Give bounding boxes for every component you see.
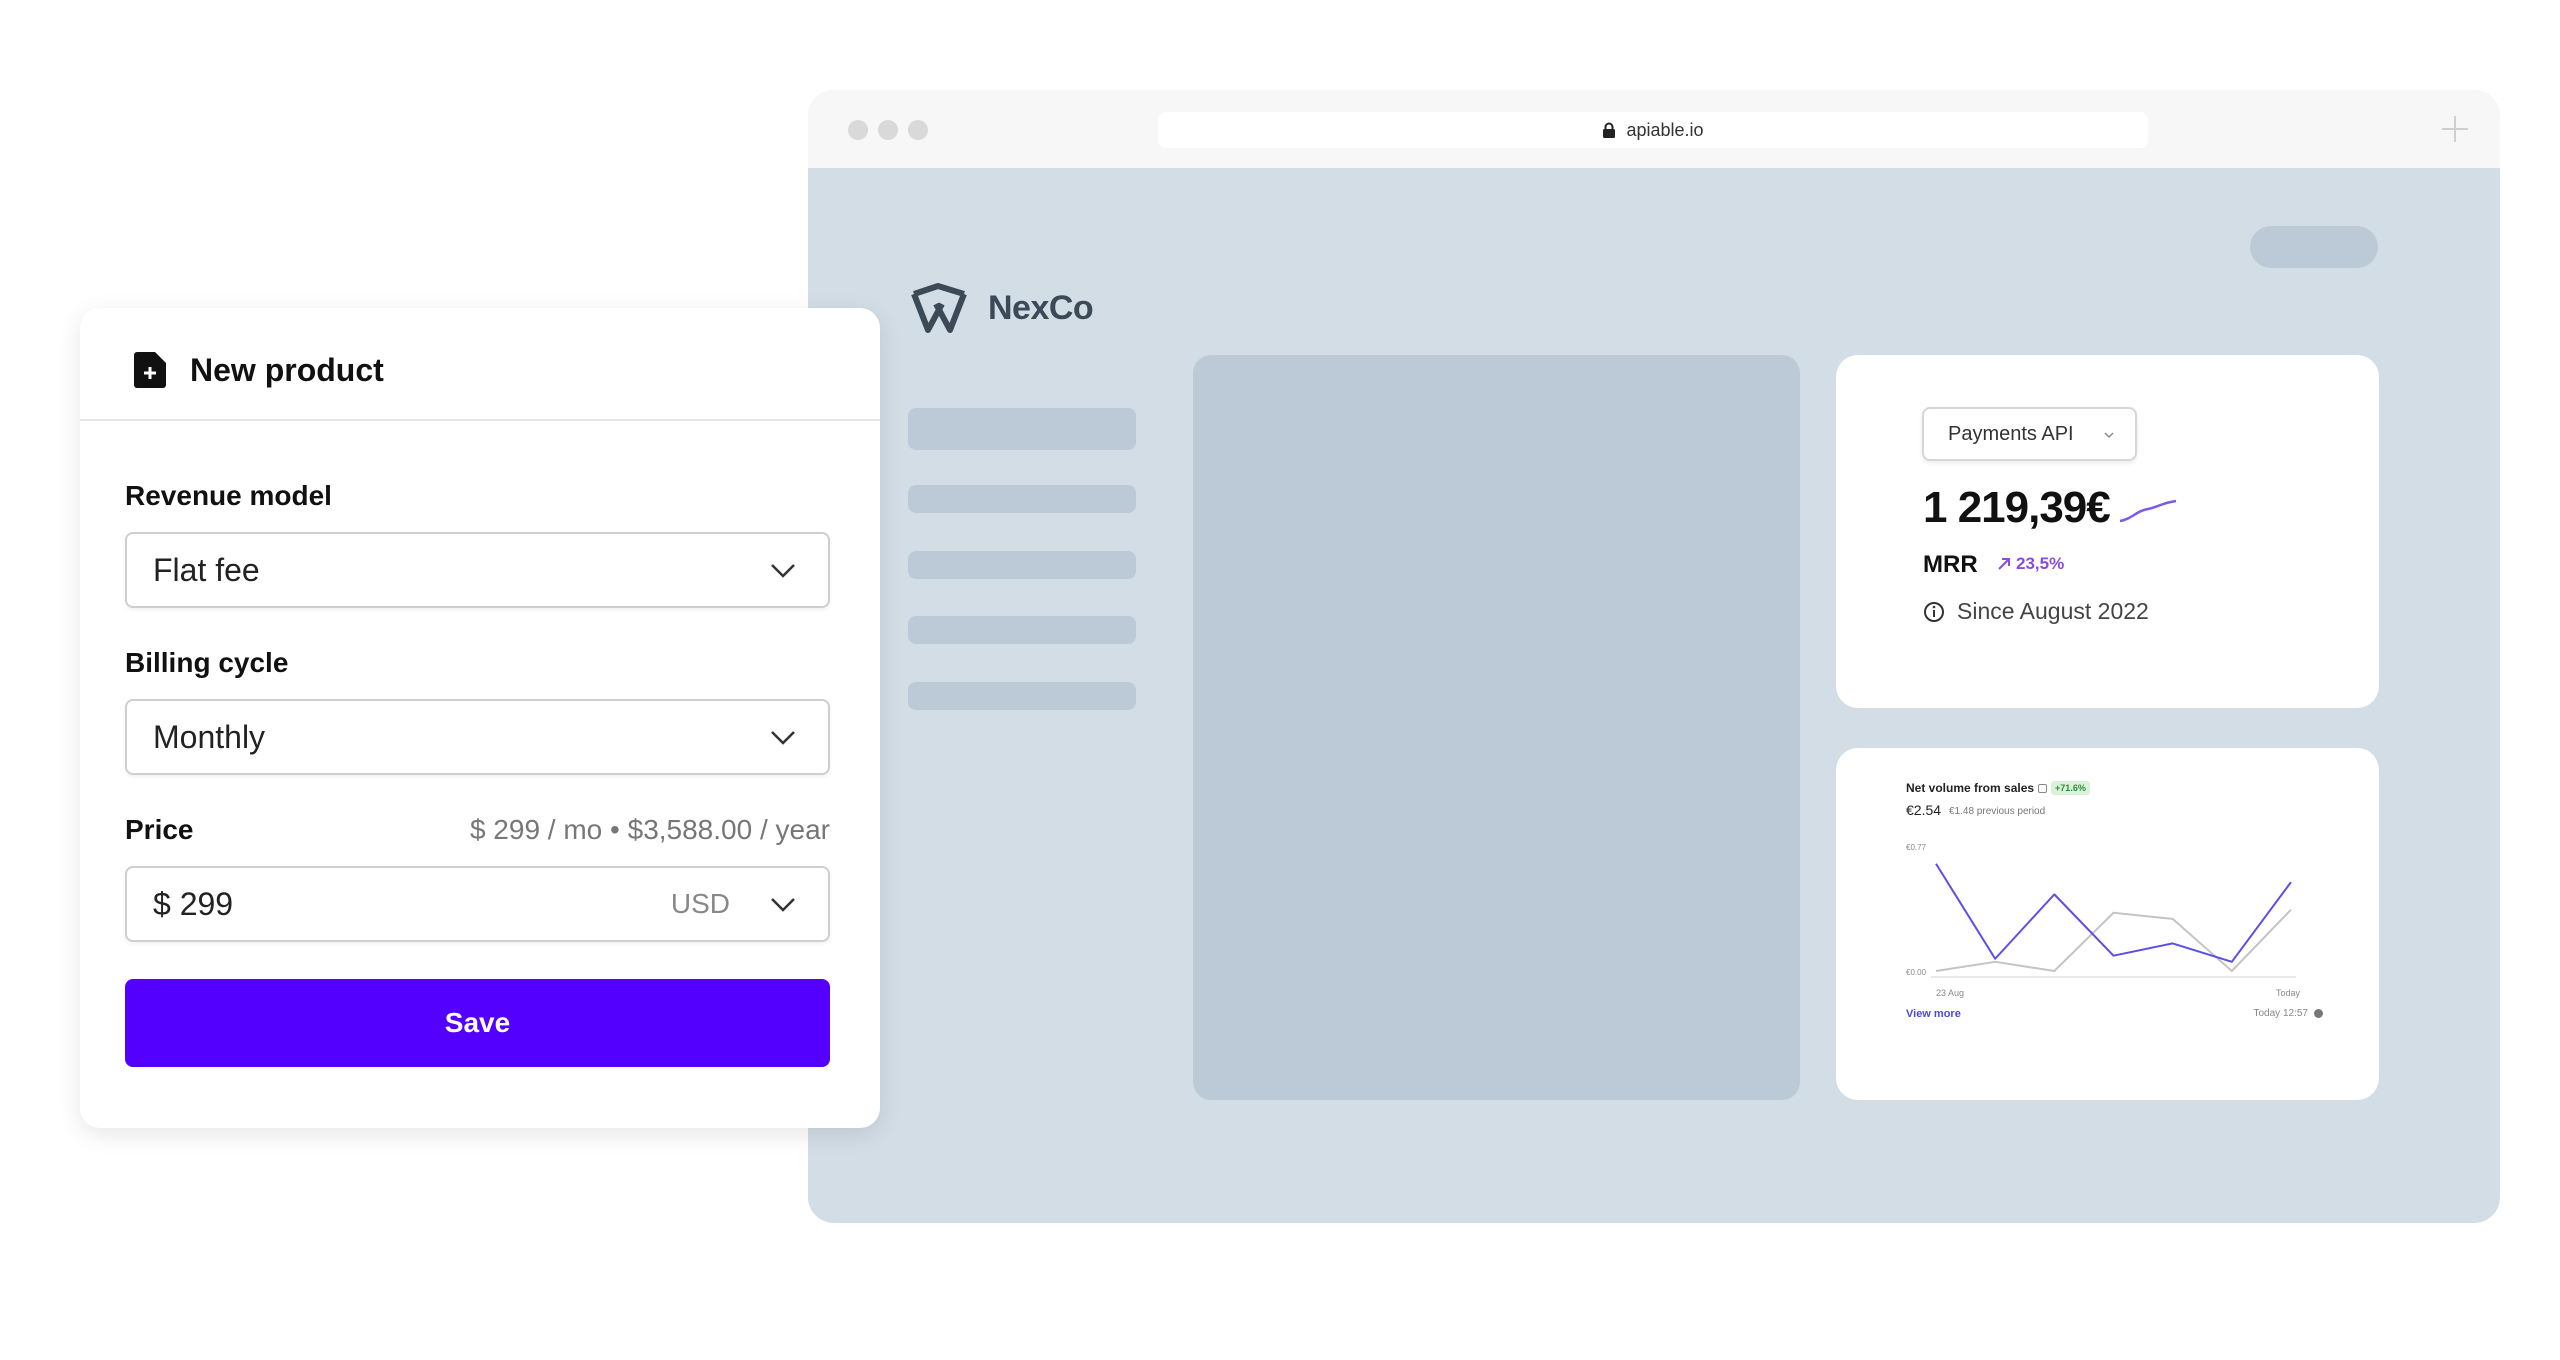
since-text: Since August 2022 [1957,598,2149,624]
x-tick-label: Today [2276,988,2301,998]
net-volume-chart [1931,863,2296,978]
new-tab-plus-icon[interactable] [2438,112,2472,146]
revenue-model-select[interactable]: Flat fee [125,532,830,608]
save-button[interactable]: Save [125,979,830,1067]
address-bar[interactable]: apiable.io [1158,112,2148,148]
price-input[interactable]: $ 299 USD [125,866,830,942]
browser-toolbar: apiable.io [808,90,2500,168]
revenue-model-label: Revenue model [125,480,332,511]
window-maximize-dot[interactable] [908,120,928,140]
billing-cycle-select[interactable]: Monthly [125,699,830,775]
mrr-value: 1 219,39€ [1923,483,2111,532]
url-text: apiable.io [1626,119,1704,140]
panel-title: New product [190,352,384,388]
billing-cycle-value: Monthly [153,718,266,755]
chart-title-text: Net volume from sales [1906,781,2035,795]
brand: NexCo [908,280,1094,336]
api-select[interactable]: Payments API [1922,407,2137,461]
new-product-panel: New product Revenue model Flat fee Billi… [80,308,880,1128]
net-volume-card: Net volume from sales +71.6% €2.54 €1.48… [1836,748,2379,1100]
chart-growth-badge: +71.6% [2051,781,2090,795]
arrow-up-right-icon [1998,558,2010,570]
panel-header: New product [80,308,880,421]
chart-previous-value: €1.48 previous period [1949,806,2046,817]
lock-icon [1603,122,1616,138]
mrr-label: MRR [1923,551,1978,578]
y-tick-label: €0.77 [1906,843,1927,852]
chart-main-value: €2.54 [1906,802,1942,818]
clock-icon [2314,1009,2323,1018]
sidebar-placeholder-item [908,616,1136,644]
updated-time-text: Today 12:57 [2253,1008,2309,1019]
currency-select[interactable]: USD [671,888,730,920]
brand-name: NexCo [988,288,1094,327]
header-placeholder-pill [2250,226,2378,268]
sidebar-placeholder-item [908,408,1136,450]
info-icon [1924,601,1944,622]
sidebar-placeholder-item [908,551,1136,579]
billing-cycle-label: Billing cycle [125,647,289,678]
chart-title: Net volume from sales +71.6% [1906,781,2090,795]
price-summary: $ 299 / mo • $3,588.00 / year [469,814,830,845]
sidebar-placeholder-item [908,485,1136,513]
chevron-down-icon [771,564,795,578]
browser-window: apiable.io NexCo Payments API 1 219,39€ … [808,90,2500,1223]
window-close-dot[interactable] [848,120,868,140]
window-minimize-dot[interactable] [878,120,898,140]
y-tick-label: €0.00 [1906,968,1927,977]
main-content-placeholder [1193,355,1800,1100]
new-document-icon [134,352,166,388]
price-value: $ 299 [153,885,234,922]
mrr-growth: 23,5% [1996,554,2064,574]
x-tick-label: 23 Aug [1936,988,1965,998]
mrr-growth-value: 23,5% [2016,554,2065,573]
api-select-value: Payments API [1948,422,2074,445]
sparkline-icon [2119,499,2177,523]
chevron-down-icon[interactable] [770,896,796,914]
view-more-link[interactable]: View more [1906,1008,1961,1020]
mrr-card: Payments API 1 219,39€ MRR 23,5% Since A… [1836,355,2379,708]
info-icon [2038,783,2048,793]
updated-time: Today 12:57 [2253,1008,2323,1019]
sidebar-placeholder-item [908,682,1136,710]
previous-period-line [1935,909,2292,972]
revenue-model-value: Flat fee [153,551,260,588]
since-info: Since August 2022 [1923,598,2149,625]
price-label: Price [125,814,194,845]
browser-content: NexCo Payments API 1 219,39€ MRR 23,5% S… [808,168,2500,1223]
chevron-down-icon [2104,432,2114,439]
nexco-logo-icon [911,283,967,333]
chevron-down-icon [771,731,795,745]
